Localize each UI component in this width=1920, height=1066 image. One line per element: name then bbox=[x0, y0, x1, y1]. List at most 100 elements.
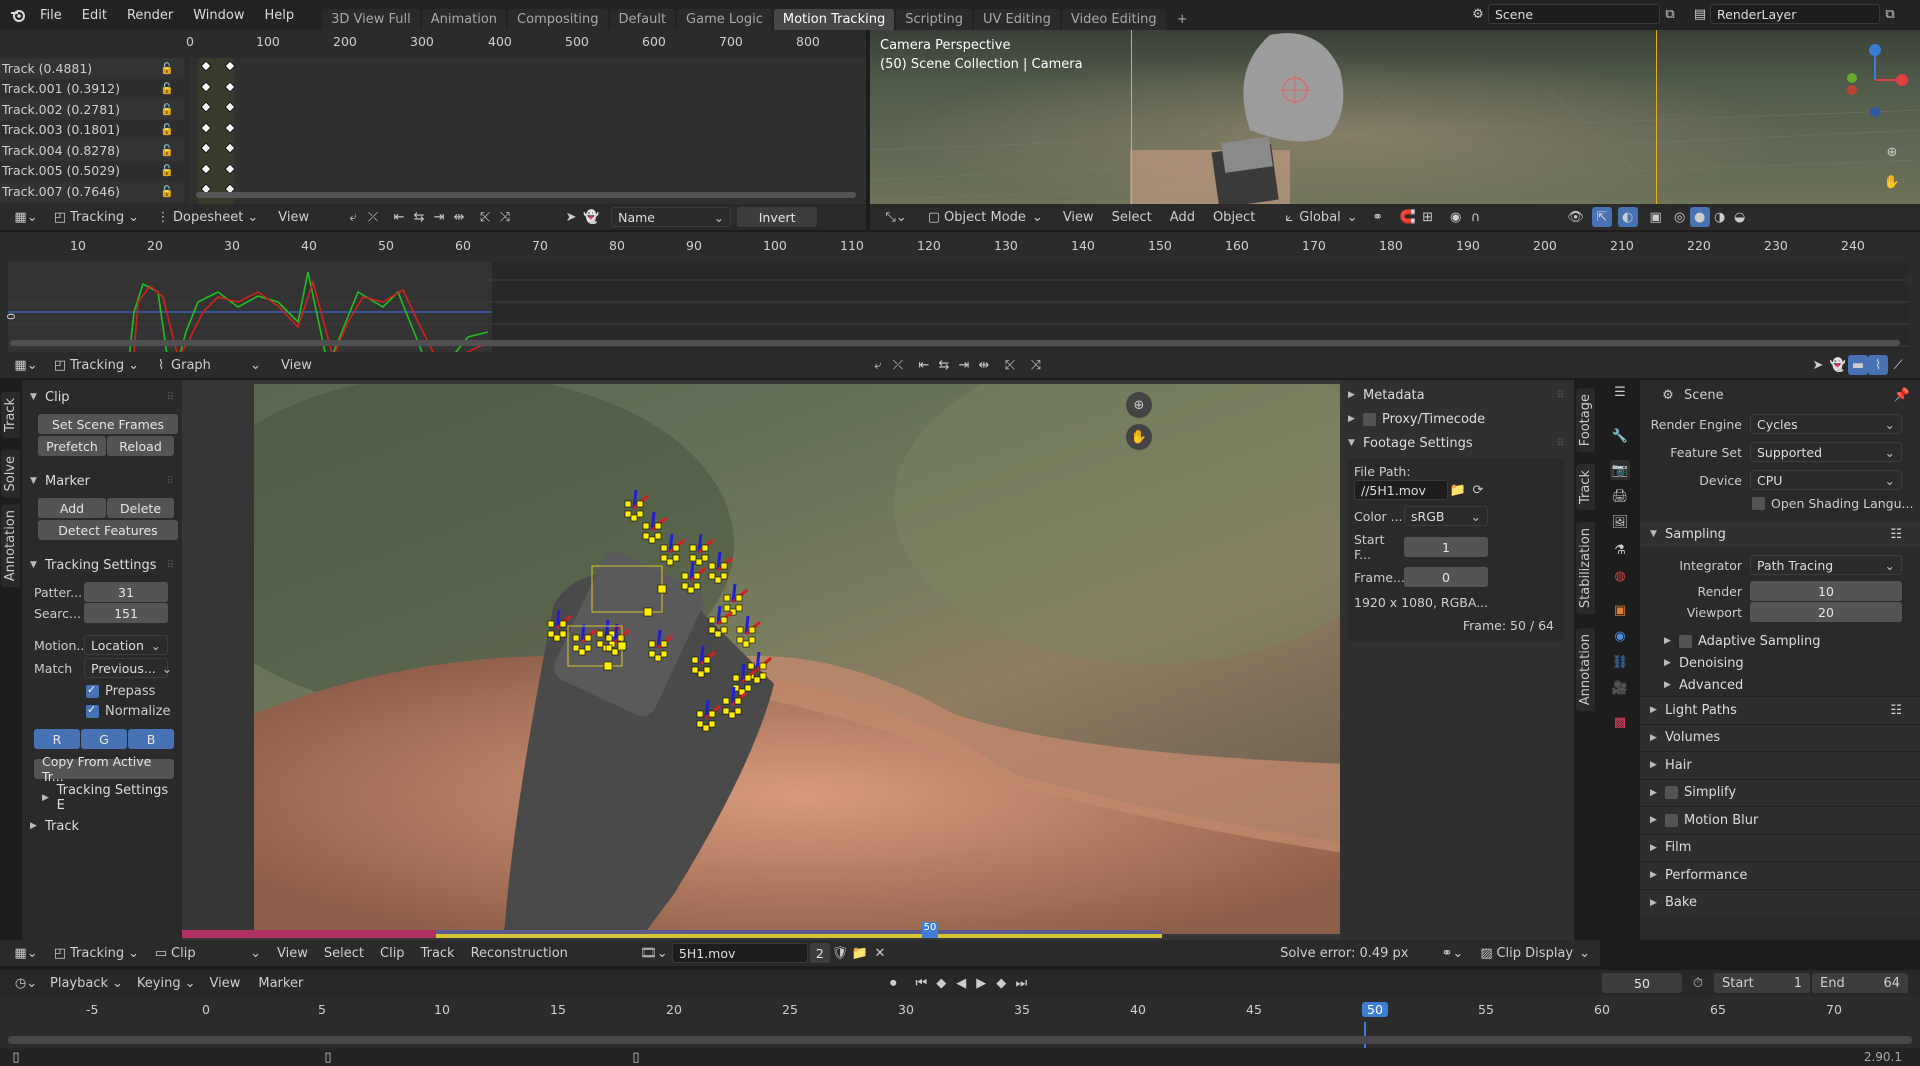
clip-pan-icon[interactable]: ✋ bbox=[1126, 424, 1152, 450]
rendered-shading-icon[interactable]: ◒ bbox=[1730, 207, 1750, 227]
pin-icon[interactable]: 📌 bbox=[1892, 385, 1912, 405]
timeline-area[interactable]: -5 0 5 10 15 20 25 30 35 40 45 50 55 60 65 70 ▯ ▯ ▯ 2.9… bbox=[0, 996, 1920, 1066]
graph-clear-before-icon[interactable]: ⇤ bbox=[914, 355, 934, 375]
xray-icon[interactable]: ▣ bbox=[1646, 207, 1666, 227]
proxy-checkbox[interactable] bbox=[1363, 412, 1376, 426]
open-clip-icon[interactable]: 📁 bbox=[850, 943, 870, 963]
falloff-icon[interactable]: ∩ bbox=[1466, 207, 1486, 227]
frame-offset-field[interactable]: 0 bbox=[1404, 567, 1488, 587]
menu-window[interactable]: Window bbox=[183, 8, 254, 23]
gizmo-toggle-icon[interactable]: ⇱ bbox=[1591, 207, 1612, 227]
properties-section-header[interactable]: ▶ Hair bbox=[1640, 751, 1920, 779]
track-marker[interactable] bbox=[723, 583, 748, 616]
metadata-header[interactable]: ▶ Metadata ⠿ bbox=[1348, 384, 1564, 406]
render-samples-field[interactable]: 10 bbox=[1750, 581, 1902, 601]
graph-join-icon[interactable]: ⤨ bbox=[1026, 355, 1046, 375]
resize-handle[interactable] bbox=[617, 641, 627, 651]
track-marker[interactable] bbox=[624, 489, 649, 522]
lock-icon[interactable]: 🔓 bbox=[160, 103, 174, 116]
graph-scrollbar[interactable] bbox=[10, 340, 1900, 346]
graph-clear-all-icon[interactable]: ⇹ bbox=[974, 355, 994, 375]
graph-ghost-icon[interactable]: 👻 bbox=[1828, 355, 1848, 375]
clip-view-menu[interactable]: View bbox=[277, 946, 308, 961]
search-size-field[interactable]: 151 bbox=[84, 603, 168, 623]
start-frame-field[interactable]: Start 1 bbox=[1714, 973, 1810, 993]
editor-type-icon[interactable]: ▦⌄ bbox=[12, 207, 40, 227]
properties-section-header[interactable]: ▶ Performance bbox=[1640, 861, 1920, 889]
snap-target-icon[interactable]: ⊞ bbox=[1418, 207, 1438, 227]
new-layer-icon[interactable]: ⧉ bbox=[1880, 4, 1900, 24]
scene-name-field[interactable]: Scene bbox=[1488, 4, 1660, 24]
zoom-icon[interactable]: ⊕ bbox=[1882, 142, 1902, 162]
timeline-editor-type-icon[interactable]: ◷⌄ bbox=[12, 973, 40, 993]
select-arrow-icon[interactable]: ➤ bbox=[561, 207, 581, 227]
add-marker-button[interactable]: Add bbox=[38, 498, 106, 518]
track-marker[interactable] bbox=[736, 615, 761, 648]
properties-section-header[interactable]: ▶ Simplify bbox=[1640, 778, 1920, 806]
properties-section-header[interactable]: ▶ Bake bbox=[1640, 888, 1920, 916]
play-reverse-icon[interactable]: ◀ bbox=[951, 973, 971, 993]
render-engine-dropdown[interactable]: Cycles bbox=[1750, 414, 1902, 434]
motion-model-dropdown[interactable]: Location bbox=[84, 635, 168, 655]
menu-render[interactable]: Render bbox=[117, 8, 183, 23]
join-icon[interactable]: ⤨ bbox=[495, 207, 515, 227]
reload-button[interactable]: Reload bbox=[106, 436, 174, 456]
sort-dropdown[interactable]: Name bbox=[611, 207, 732, 227]
prefetch-button[interactable]: Prefetch bbox=[38, 436, 106, 456]
menu-edit[interactable]: Edit bbox=[72, 8, 117, 23]
tab-animation[interactable]: Animation bbox=[421, 9, 507, 30]
next-keyframe-icon[interactable]: ◆ bbox=[991, 973, 1011, 993]
lock-icon[interactable]: 🔓 bbox=[160, 62, 174, 75]
lock-icon[interactable]: 🔓 bbox=[160, 164, 174, 177]
properties-section-header[interactable]: ▶ Light Paths ☷ bbox=[1640, 696, 1920, 724]
tab-annotation-right[interactable]: Annotation bbox=[1576, 628, 1595, 712]
prepass-checkbox[interactable]: Prepass bbox=[86, 683, 174, 699]
resize-handle[interactable] bbox=[643, 607, 653, 617]
ghost-icon[interactable]: 👻 bbox=[581, 207, 601, 227]
layer-name-field[interactable]: RenderLayer bbox=[1710, 4, 1880, 24]
tracking-settings-extra-header[interactable]: ▶ Tracking Settings E bbox=[42, 783, 174, 813]
viewport-object-menu[interactable]: Object bbox=[1213, 210, 1255, 225]
viewport-editor-icon[interactable]: ⤡⌄ bbox=[882, 207, 910, 227]
viewport-add-menu[interactable]: Add bbox=[1170, 210, 1195, 225]
graph-view-menu[interactable]: View bbox=[281, 358, 312, 373]
track-marker[interactable] bbox=[691, 645, 716, 678]
clip-zoom-icon[interactable]: ⊕ bbox=[1126, 392, 1152, 418]
delete-marker-button[interactable]: Delete bbox=[106, 498, 174, 518]
clip-display-dropdown[interactable]: ▨ Clip Display ⌄ bbox=[1476, 943, 1590, 963]
keyframe-tool-icon[interactable]: ⤶ bbox=[343, 207, 363, 227]
properties-section-header[interactable]: ▶ Motion Blur bbox=[1640, 806, 1920, 834]
set-scene-frames-button[interactable]: Set Scene Frames bbox=[38, 414, 178, 434]
orientation-dropdown[interactable]: ⟀ Global ⌄ bbox=[1279, 207, 1357, 227]
blender-logo-icon[interactable] bbox=[6, 5, 30, 25]
graph-curves-toggle-icon[interactable]: ⌇ bbox=[1868, 355, 1888, 375]
track-marker[interactable] bbox=[572, 623, 597, 656]
view-layer-icon[interactable]: 🖼 bbox=[1610, 512, 1630, 532]
keying-menu[interactable]: Keying ⌄ bbox=[137, 976, 196, 991]
graph-clear-path-icon[interactable]: ⇆ bbox=[934, 355, 954, 375]
copy-from-active-button[interactable]: Copy From Active Tr... bbox=[34, 754, 174, 784]
viewport-view-menu[interactable]: View bbox=[1063, 210, 1094, 225]
tab-track-right[interactable]: Track bbox=[1576, 464, 1595, 511]
clear-path-icon[interactable]: ⇆ bbox=[409, 207, 429, 227]
presets-icon[interactable]: ☷ bbox=[1890, 703, 1902, 718]
properties-section-header[interactable]: ▶ Film bbox=[1640, 833, 1920, 861]
search-area-box[interactable] bbox=[591, 565, 663, 613]
graph-frames-toggle-icon[interactable]: ▬ bbox=[1848, 355, 1868, 375]
track-marker[interactable] bbox=[747, 651, 772, 684]
clip-reconstruction-menu[interactable]: Reconstruction bbox=[471, 946, 568, 961]
end-frame-field[interactable]: End 64 bbox=[1812, 973, 1908, 993]
fake-user-icon[interactable]: 🛡 bbox=[830, 943, 850, 963]
clear-after-icon[interactable]: ⇥ bbox=[429, 207, 449, 227]
folder-icon[interactable]: 📁 bbox=[1448, 480, 1468, 500]
color-space-dropdown[interactable]: sRGB bbox=[1404, 506, 1488, 526]
adaptive-checkbox[interactable] bbox=[1679, 634, 1692, 648]
3d-viewport[interactable]: Camera Perspective (50) Scene Collection… bbox=[870, 30, 1920, 204]
tab-stabilization[interactable]: Stabilization bbox=[1576, 522, 1595, 615]
tracking-markers[interactable] bbox=[182, 380, 1340, 940]
prev-keyframe-icon[interactable]: ◆ bbox=[931, 973, 951, 993]
normalize-checkbox[interactable]: Normalize bbox=[86, 703, 174, 719]
adaptive-sampling-header[interactable]: ▶ Adaptive Sampling bbox=[1640, 630, 1920, 652]
object-data-icon[interactable]: 🎥 bbox=[1610, 678, 1630, 698]
clip-panel-header[interactable]: ▼ Clip ⠿ bbox=[30, 386, 174, 408]
